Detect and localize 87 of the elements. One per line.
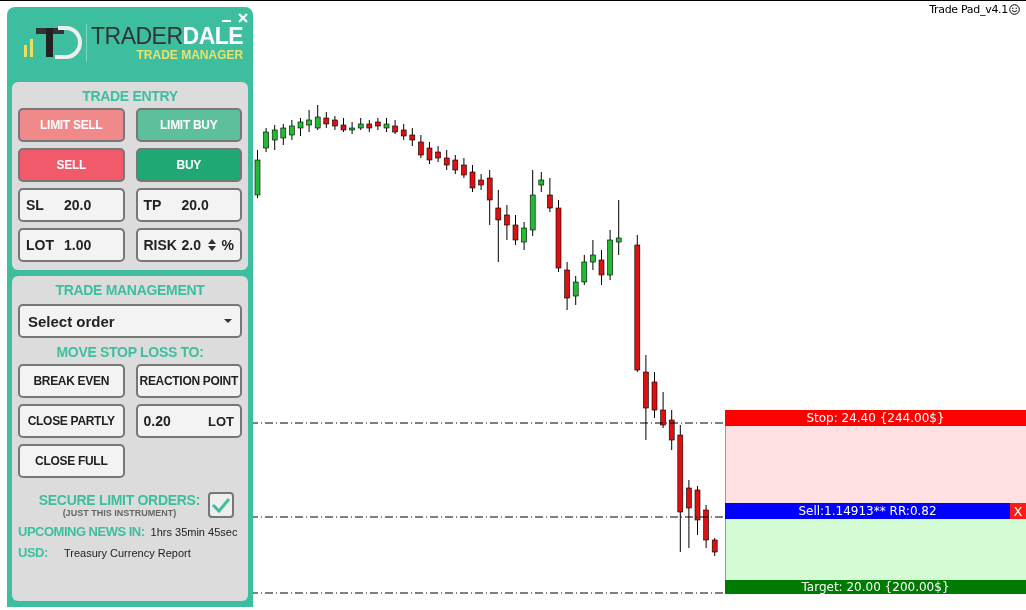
candle	[486, 169, 493, 226]
candle	[615, 199, 622, 256]
candle	[409, 127, 416, 147]
section-title: TRADE MANAGEMENT	[54, 281, 206, 300]
caret-icon	[224, 319, 232, 323]
brand-name: DALE	[182, 23, 244, 49]
candle	[289, 119, 295, 141]
candle	[297, 117, 304, 137]
input-field[interactable]: SL 20.0	[18, 188, 125, 222]
input-field[interactable]: 0.20 LOT	[135, 404, 242, 438]
candle	[375, 117, 381, 131]
button[interactable]: CLOSE PARTLY	[18, 404, 125, 438]
logo-subtitle: TRADE MANAGER	[136, 48, 244, 62]
dropdown-value: Select order	[28, 312, 115, 330]
input-field[interactable]: LOT 1.00	[18, 228, 125, 262]
candle	[538, 171, 545, 193]
candle	[357, 117, 364, 131]
candle	[332, 115, 338, 131]
checkbox[interactable]	[208, 492, 234, 518]
candle	[418, 134, 424, 159]
field-label: RISK	[143, 237, 178, 253]
candle	[572, 275, 579, 306]
candle	[581, 254, 588, 286]
candle	[547, 177, 553, 213]
candle	[349, 121, 355, 135]
section-title: TRADE ENTRY	[81, 87, 179, 106]
field-value: 2.0	[181, 237, 202, 253]
candle	[504, 204, 510, 241]
candle	[426, 141, 433, 165]
currency-label: USD:	[18, 545, 49, 560]
candle	[323, 111, 330, 129]
field-label: SL	[26, 197, 45, 213]
candle	[392, 119, 398, 135]
close-button[interactable]: X	[1010, 503, 1026, 519]
candle	[400, 123, 407, 141]
candle	[435, 145, 441, 163]
candle	[263, 127, 269, 153]
candle	[529, 169, 536, 237]
entry-bar: Sell:1.14913** RR:0.82	[725, 503, 1010, 519]
candle	[383, 117, 390, 133]
section-title: MOVE STOP LOSS TO:	[55, 343, 205, 362]
candle	[598, 249, 605, 286]
secure-label: SECURE LIMIT ORDERS:	[38, 492, 200, 508]
field-value: 20.0	[181, 197, 210, 213]
field-value: 20.0	[64, 197, 93, 213]
candle	[651, 371, 658, 419]
news-label: UPCOMING NEWS IN:	[18, 524, 145, 539]
candle	[254, 149, 261, 199]
app-title: Trade Pad_v4.1	[929, 3, 1008, 16]
candle	[590, 239, 596, 271]
field-label: LOT	[26, 237, 55, 253]
close-icon[interactable]	[238, 13, 248, 23]
candle	[564, 261, 570, 311]
candle	[607, 229, 613, 281]
button[interactable]: CLOSE FULL	[18, 444, 125, 478]
news-event: Treasury Currency Report	[64, 547, 191, 559]
news-countdown: 1hrs 35min 45sec	[150, 526, 238, 538]
candle	[521, 221, 527, 251]
input-field[interactable]: TP 20.0	[135, 188, 242, 222]
candle	[443, 149, 450, 171]
candle	[366, 119, 373, 133]
smiley-icon	[1009, 4, 1020, 15]
candle	[461, 157, 467, 179]
target-bar: Target: 20.00 {200.00$}	[725, 580, 1026, 594]
candle	[306, 109, 312, 133]
stop-bar: Stop: 24.40 {244.00$}	[725, 410, 1026, 426]
brand-name: TRADER	[91, 23, 183, 49]
button[interactable]: REACTION POINT	[135, 364, 242, 398]
field-value: 1.00	[64, 237, 93, 253]
candle	[271, 124, 278, 151]
candle	[478, 173, 484, 191]
candle	[452, 154, 459, 175]
field-label: TP	[143, 197, 163, 213]
order-dropdown[interactable]: Select order	[18, 304, 242, 338]
field-unit: LOT	[208, 413, 234, 429]
candle	[340, 117, 347, 133]
input-field[interactable]: RISK 2.0 %	[135, 228, 242, 262]
candle	[280, 123, 287, 146]
candle	[469, 164, 476, 193]
candle	[711, 537, 718, 557]
candle	[512, 214, 519, 246]
button[interactable]: BREAK EVEN	[18, 364, 125, 398]
field-unit: %	[221, 237, 234, 253]
secure-note: (JUST THIS INSTRUMENT)	[62, 508, 177, 518]
spinner-icon[interactable]	[207, 239, 216, 251]
candle	[314, 104, 321, 131]
field-value: 0.20	[143, 413, 172, 429]
